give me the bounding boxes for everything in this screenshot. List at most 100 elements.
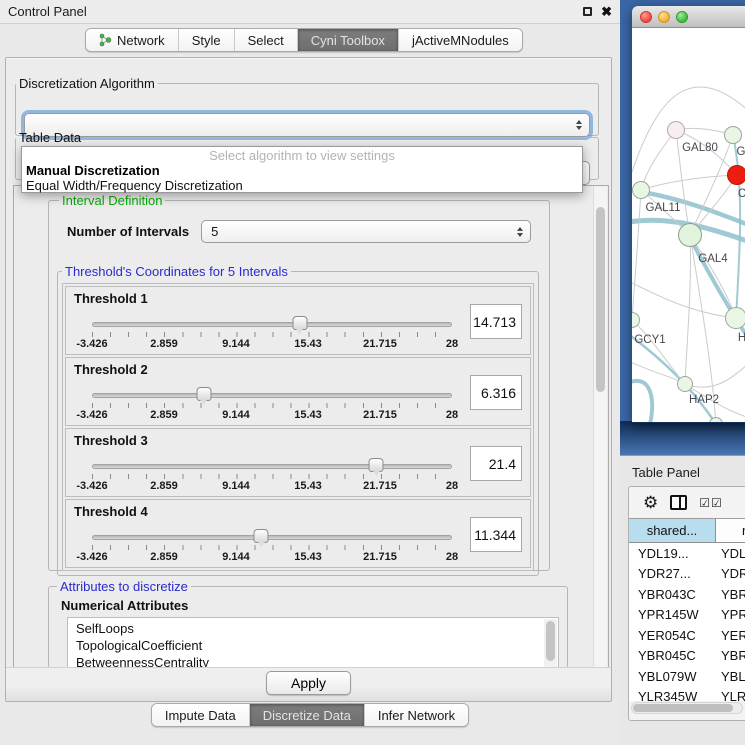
close-icon[interactable]: ✖ (601, 7, 612, 17)
zoom-traffic-light-icon[interactable] (676, 11, 688, 23)
network-canvas[interactable]: GAL80GCGAL11GAL4HGCY1HAP2 (632, 28, 745, 422)
gear-icon[interactable]: ⚙ (643, 494, 658, 511)
table-row[interactable]: YPR145WYPR1 (629, 605, 745, 626)
cell-name[interactable]: YPR1 (716, 607, 745, 622)
tab-jactivemnodules[interactable]: jActiveMNodules (399, 29, 522, 51)
slider-ticks (92, 474, 452, 479)
cell-shared-name[interactable]: YDL19... (629, 546, 716, 561)
cell-name[interactable]: YDL1 (716, 546, 745, 561)
slider-track[interactable] (92, 535, 452, 540)
network-node-h[interactable] (725, 307, 745, 329)
close-traffic-light-icon[interactable] (640, 11, 652, 23)
cell-name[interactable]: YBR0 (716, 648, 745, 663)
attributes-listbox[interactable]: SelfLoops TopologicalCoefficient Between… (67, 617, 559, 669)
cell-shared-name[interactable]: YBR043C (629, 587, 716, 602)
table-row[interactable]: YBR045CYBR0 (629, 646, 745, 667)
table-horizontal-scrollbar[interactable] (631, 702, 743, 714)
right-region: GAL80GCGAL11GAL4HGCY1HAP2 Table Panel ⚙ … (620, 0, 745, 745)
cell-name[interactable]: YER0 (716, 628, 745, 643)
node-label: HAP2 (689, 394, 719, 406)
dropdown-option-equal-width[interactable]: Equal Width/Frequency Discretization (22, 178, 582, 193)
list-scrollbar[interactable] (544, 619, 557, 669)
scale-label: 2.859 (150, 551, 178, 563)
cell-name[interactable]: YDR2 (716, 566, 745, 581)
group-title: Discretization Algorithm (16, 76, 158, 91)
table-row[interactable]: YDL19...YDL1 (629, 543, 745, 564)
node-label: GCY1 (634, 334, 665, 346)
threshold-value-field[interactable]: 14.713 (470, 304, 522, 339)
stepper-arrows-icon (517, 221, 523, 242)
threshold-slider[interactable]: -3.426 2.859 9.144 15.43 21.715 28 (92, 529, 452, 567)
scrollbar-thumb[interactable] (596, 207, 605, 392)
threshold-slider[interactable]: -3.426 2.859 9.144 15.43 21.715 28 (92, 458, 452, 496)
table-row[interactable]: YBL079WYBL0 (629, 666, 745, 687)
cell-shared-name[interactable]: YPR145W (629, 607, 716, 622)
settings-vertical-scrollbar[interactable] (593, 187, 607, 667)
tab-select[interactable]: Select (235, 29, 298, 51)
table-row[interactable]: YLR345WYLR3 (629, 687, 745, 702)
cell-shared-name[interactable]: YLR345W (629, 689, 716, 701)
tab-impute-data[interactable]: Impute Data (152, 704, 250, 726)
cell-name[interactable]: YBR0 (716, 587, 745, 602)
network-view-window[interactable]: GAL80GCGAL11GAL4HGCY1HAP2 (632, 6, 745, 423)
cell-name[interactable]: YBL0 (716, 669, 745, 684)
scrollbar-thumb[interactable] (633, 704, 733, 712)
slider-thumb[interactable] (254, 529, 269, 543)
slider-track[interactable] (92, 464, 452, 469)
list-item[interactable]: SelfLoops (76, 620, 558, 637)
tab-network[interactable]: Network (86, 29, 179, 51)
threshold-slider[interactable]: -3.426 2.859 9.144 15.43 21.715 28 (92, 316, 452, 354)
table-row[interactable]: YBR043CYBR0 (629, 584, 745, 605)
network-icon (99, 33, 112, 47)
tab-label: Style (192, 33, 221, 48)
list-item[interactable]: TopologicalCoefficient (76, 637, 558, 654)
table-row[interactable]: YER054CYER0 (629, 625, 745, 646)
column-header-name[interactable]: n (716, 519, 745, 542)
network-node-gal80[interactable] (667, 121, 685, 139)
float-window-icon[interactable] (583, 7, 592, 16)
threshold-value-field[interactable]: 11.344 (470, 517, 522, 552)
tab-infer-network[interactable]: Infer Network (365, 704, 468, 726)
scale-label: 9.144 (222, 480, 250, 492)
control-panel-titlebar: Control Panel ✖ (0, 0, 620, 24)
network-node-gal4[interactable] (678, 223, 702, 247)
apply-button[interactable]: Apply (266, 671, 351, 695)
scale-label: 28 (446, 480, 458, 492)
cell-shared-name[interactable]: YBR045C (629, 648, 716, 663)
cell-shared-name[interactable]: YBL079W (629, 669, 716, 684)
threshold-row-1: Threshold 1 -3.426 2.859 9.144 (65, 286, 531, 355)
threshold-value-field[interactable]: 21.4 (470, 446, 522, 481)
group-title: Threshold's Coordinates for 5 Intervals (62, 264, 291, 279)
threshold-label: Threshold 3 (74, 433, 522, 448)
network-node-g[interactable] (724, 126, 742, 144)
tab-discretize-data[interactable]: Discretize Data (250, 704, 365, 726)
slider-track[interactable] (92, 322, 452, 327)
tab-style[interactable]: Style (179, 29, 235, 51)
tab-label: Discretize Data (263, 708, 351, 723)
table-row[interactable]: YDR27...YDR2 (629, 564, 745, 585)
number-of-intervals-label: Number of Intervals (67, 224, 189, 239)
cell-shared-name[interactable]: YER054C (629, 628, 716, 643)
network-node-c[interactable] (727, 165, 745, 185)
slider-thumb[interactable] (369, 458, 384, 472)
column-header-shared[interactable]: shared... (629, 519, 716, 542)
network-node-gal11[interactable] (632, 181, 650, 199)
slider-track[interactable] (92, 393, 452, 398)
network-node-hap2[interactable] (677, 376, 693, 392)
threshold-value-field[interactable]: 6.316 (470, 375, 522, 410)
cell-name[interactable]: YLR3 (716, 689, 745, 701)
dropdown-option-manual[interactable]: Manual Discretization (22, 163, 582, 178)
network-desktop: GAL80GCGAL11GAL4HGCY1HAP2 (620, 0, 745, 455)
number-of-intervals-combobox[interactable]: 5 (201, 220, 531, 243)
tab-cyni-toolbox[interactable]: Cyni Toolbox (298, 29, 399, 51)
scale-label: 21.715 (363, 551, 397, 563)
tab-label: Impute Data (165, 708, 236, 723)
slider-thumb[interactable] (196, 387, 211, 401)
minimize-traffic-light-icon[interactable] (658, 11, 670, 23)
columns-icon[interactable] (670, 495, 687, 510)
select-all-checkboxes-icon[interactable]: ☑☑ (699, 496, 723, 510)
network-window-titlebar[interactable] (632, 6, 745, 28)
slider-thumb[interactable] (292, 316, 307, 330)
cell-shared-name[interactable]: YDR27... (629, 566, 716, 581)
threshold-slider[interactable]: -3.426 2.859 9.144 15.43 21.715 28 (92, 387, 452, 425)
